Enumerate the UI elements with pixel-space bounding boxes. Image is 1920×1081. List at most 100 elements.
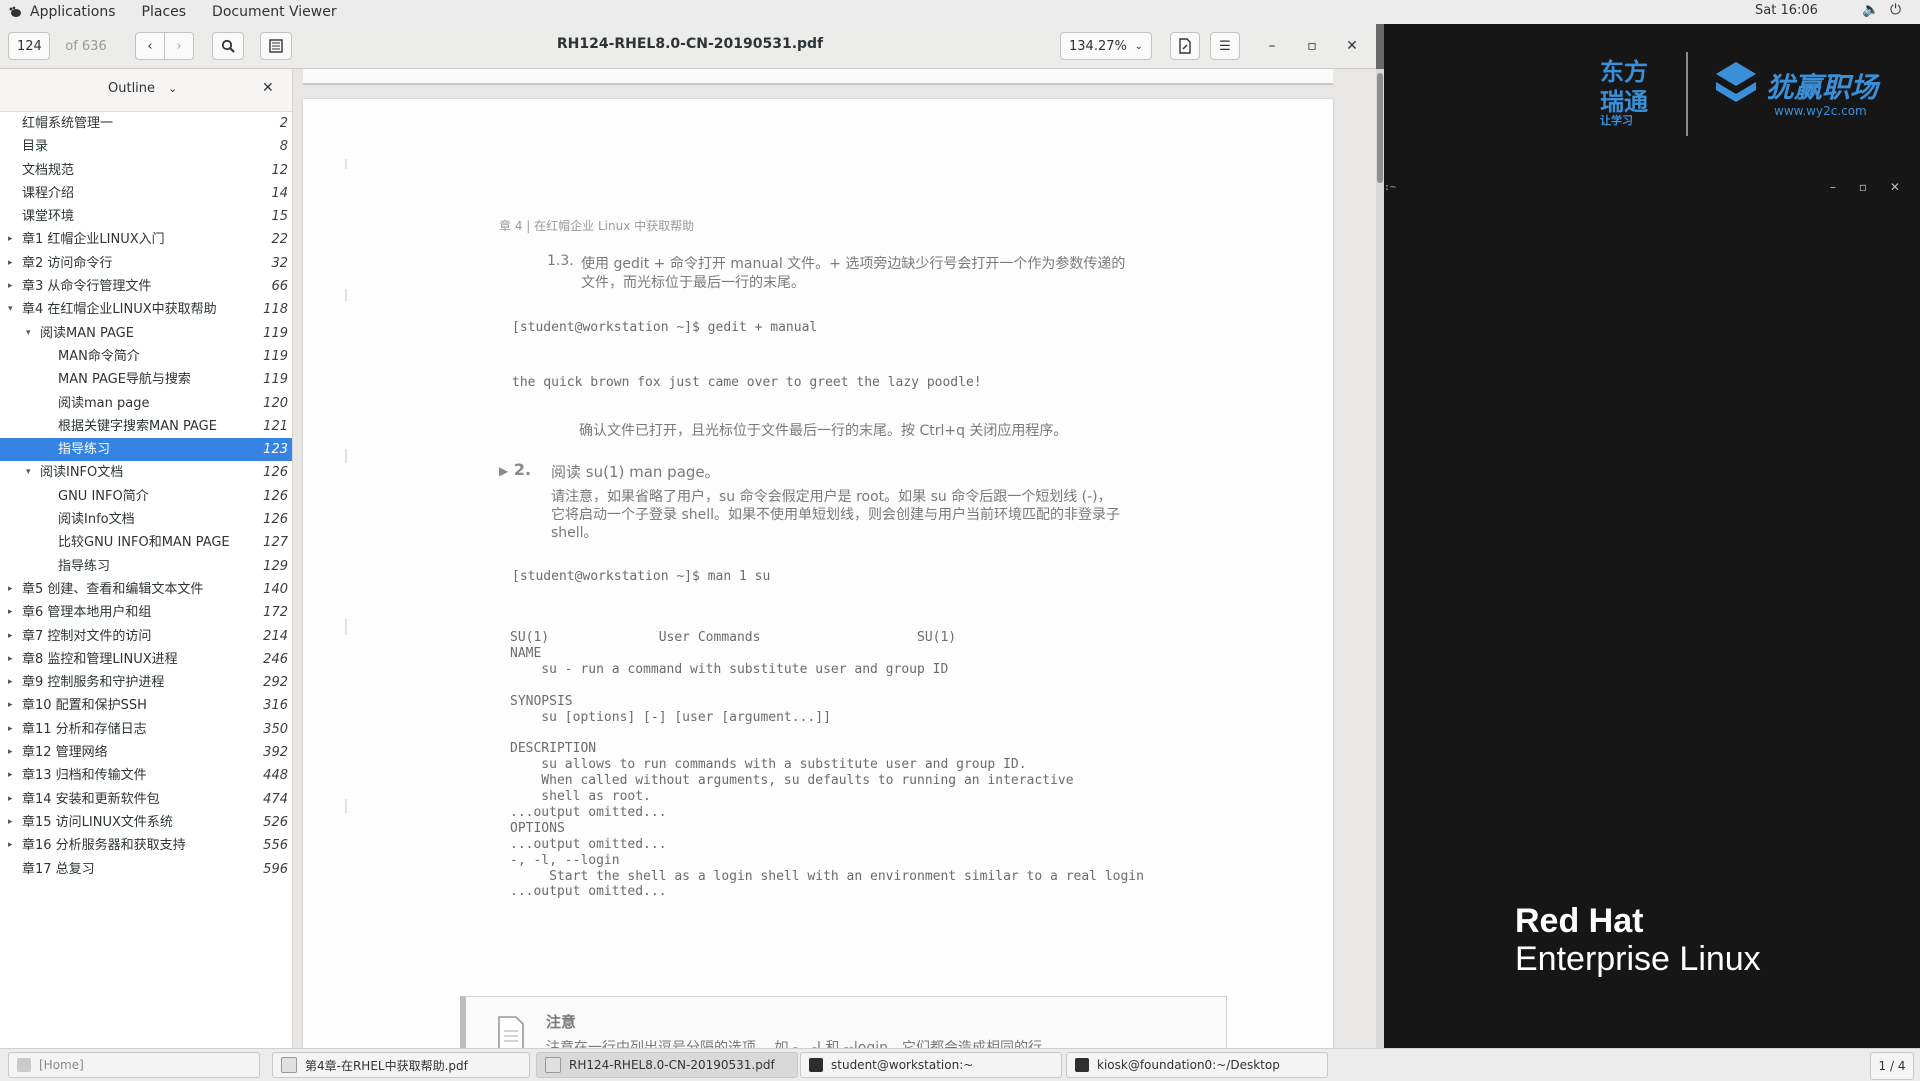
outline-item[interactable]: 根据关键字搜索MAN PAGE 121	[0, 415, 292, 438]
expander-closed-icon[interactable]: ▸	[8, 252, 20, 275]
places-menu[interactable]: Places	[142, 4, 187, 20]
vertical-scrollbar[interactable]	[1376, 69, 1384, 1048]
step-1-3-line-2: 文件，而光标位于最后一行的末尾。	[581, 275, 805, 291]
expander-closed-icon[interactable]: ▸	[8, 834, 20, 857]
outline-item-page: 596	[263, 861, 288, 877]
expander-closed-icon[interactable]: ▸	[8, 648, 20, 671]
outline-item[interactable]: ▸ 章12 管理网络 392	[0, 741, 292, 764]
chevron-down-icon: ⌄	[1134, 40, 1143, 52]
terminal-close-icon[interactable]: ✕	[1890, 180, 1900, 194]
fox-text: the quick brown fox just came over to gr…	[512, 375, 982, 390]
next-page-button[interactable]: ›	[164, 32, 194, 60]
outline-item[interactable]: 阅读Info文档 126	[0, 508, 292, 531]
task-terminal-kiosk[interactable]: kiosk@foundation0:~/Desktop	[1066, 1052, 1328, 1078]
outline-item[interactable]: ▸ 章11 分析和存储日志 350	[0, 718, 292, 741]
outline-item-page: 121	[263, 418, 288, 434]
expander-open-icon[interactable]: ▾	[8, 298, 20, 321]
scrollbar-thumb[interactable]	[1377, 73, 1383, 183]
close-sidebar-icon[interactable]: ✕	[262, 80, 274, 96]
applications-menu[interactable]: Applications	[8, 4, 116, 20]
expander-closed-icon[interactable]: ▸	[8, 718, 20, 741]
expander-closed-icon[interactable]: ▸	[8, 671, 20, 694]
outline-item[interactable]: ▾ 阅读MAN PAGE 119	[0, 322, 292, 345]
outline-item[interactable]: ▾ 章4 在红帽企业LINUX中获取帮助 118	[0, 298, 292, 321]
outline-item[interactable]: ▾ 阅读INFO文档 126	[0, 461, 292, 484]
step-1-3-number: 1.3.	[547, 253, 574, 269]
terminal-maximize-icon[interactable]: ▫	[1859, 180, 1867, 194]
outline-item[interactable]: ▸ 章13 归档和传输文件 448	[0, 764, 292, 787]
expander-closed-icon[interactable]: ▸	[8, 694, 20, 717]
outline-item[interactable]: 指导练习 123	[0, 438, 292, 462]
outline-item[interactable]: ▸ 章7 控制对文件的访问 214	[0, 625, 292, 648]
task-terminal-student[interactable]: student@workstation:~	[800, 1052, 1062, 1078]
logo-divider	[1686, 52, 1688, 136]
outline-item[interactable]: 指导练习 129	[0, 555, 292, 578]
outline-item[interactable]: 课堂环境 15	[0, 205, 292, 228]
task-home[interactable]: [Home]	[8, 1052, 260, 1078]
outline-item[interactable]: 课程介绍 14	[0, 182, 292, 205]
document-view[interactable]: 章 4 | 在红帽企业 Linux 中获取帮助 1.3. 使用 gedit + …	[293, 69, 1384, 1078]
outline-item[interactable]: 阅读man page 120	[0, 392, 292, 415]
outline-item[interactable]: ▸ 章5 创建、查看和编辑文本文件 140	[0, 578, 292, 601]
expander-open-icon[interactable]: ▾	[26, 461, 38, 484]
app-menu[interactable]: Document Viewer	[212, 4, 337, 20]
chevron-down-icon[interactable]: ⌄	[168, 82, 177, 95]
outline-item[interactable]: ▸ 章9 控制服务和守护进程 292	[0, 671, 292, 694]
expander-closed-icon[interactable]: ▸	[8, 625, 20, 648]
outline-item[interactable]: 红帽系统管理一 2	[0, 112, 292, 135]
outline-item[interactable]: 文档规范 12	[0, 159, 292, 182]
expander-closed-icon[interactable]: ▸	[8, 228, 20, 251]
zoom-selector[interactable]: 134.27% ⌄	[1060, 32, 1152, 60]
outline-item[interactable]: ▸ 章1 红帽企业LINUX入门 22	[0, 228, 292, 251]
outline-item[interactable]: ▸ 章14 安装和更新软件包 474	[0, 788, 292, 811]
outline-item[interactable]: ▸ 章10 配置和保护SSH 316	[0, 694, 292, 717]
outline-item-title: 根据关键字搜索MAN PAGE	[58, 418, 217, 434]
expander-closed-icon[interactable]: ▸	[8, 741, 20, 764]
sidebar-toggle-button[interactable]	[260, 32, 292, 60]
workspace-indicator[interactable]: 1 / 4	[1870, 1052, 1914, 1080]
search-button[interactable]	[212, 32, 244, 60]
outline-item[interactable]: ▸ 章16 分析服务器和获取支持 556	[0, 834, 292, 857]
volume-icon[interactable]: 🔈	[1862, 2, 1879, 18]
outline-item[interactable]: 比较GNU INFO和MAN PAGE... 127	[0, 531, 292, 554]
outline-item-title: 章4 在红帽企业LINUX中获取帮助	[22, 302, 217, 318]
outline-item[interactable]: 章17 总复习 596	[0, 858, 292, 881]
man-output-line: NAME	[510, 645, 542, 661]
expander-closed-icon[interactable]: ▸	[8, 764, 20, 787]
outline-item[interactable]: GNU INFO简介 126	[0, 485, 292, 508]
outline-item[interactable]: MAN PAGE导航与搜索 119	[0, 368, 292, 391]
expander-closed-icon[interactable]: ▸	[8, 788, 20, 811]
expander-closed-icon[interactable]: ▸	[8, 811, 20, 834]
power-icon[interactable]: ⏻	[1890, 2, 1901, 18]
expander-closed-icon[interactable]: ▸	[8, 601, 20, 624]
outline-item[interactable]: ▸ 章15 访问LINUX文件系统 526	[0, 811, 292, 834]
outline-item[interactable]: ▸ 章6 管理本地用户和组 172	[0, 601, 292, 624]
man-output-line: SU(1) User Commands SU(1)	[510, 630, 957, 645]
command-gedit: [student@workstation ~]$ gedit + manual	[512, 320, 818, 335]
outline-item[interactable]: MAN命令简介 119	[0, 345, 292, 368]
outline-item[interactable]: 目录 8	[0, 135, 292, 158]
expander-closed-icon[interactable]: ▸	[8, 578, 20, 601]
previous-page-button[interactable]: ‹	[135, 32, 165, 60]
close-button[interactable]: ✕	[1340, 34, 1364, 58]
outline-item[interactable]: ▸ 章2 访问命令行 32	[0, 252, 292, 275]
outline-item-title: 章15 访问LINUX文件系统	[22, 814, 173, 830]
expander-open-icon[interactable]: ▾	[26, 322, 38, 345]
terminal-minimize-icon[interactable]: –	[1830, 180, 1836, 194]
maximize-button[interactable]: ▫	[1300, 34, 1324, 58]
task-pdf-rh124[interactable]: RH124-RHEL8.0-CN-20190531.pdf	[536, 1052, 798, 1078]
outline-mode-selector[interactable]: Outline	[108, 81, 155, 96]
clock[interactable]: Sat 16:06	[1755, 3, 1818, 18]
watermark-logo: 东方 瑞通 让学习 犹赢职场 www.wy2c.com	[1590, 52, 1900, 142]
expander-closed-icon[interactable]: ▸	[8, 275, 20, 298]
annotations-button[interactable]	[1170, 32, 1200, 60]
terminal-icon	[809, 1058, 823, 1072]
outline-item[interactable]: ▸ 章8 监控和管理LINUX进程 246	[0, 648, 292, 671]
hamburger-menu-button[interactable]: ☰	[1210, 32, 1240, 60]
outline-item-page: 127	[263, 535, 288, 551]
page-number-input[interactable]: 124	[8, 32, 50, 60]
search-icon	[221, 39, 235, 53]
task-pdf-chapter4[interactable]: 第4章-在RHEL中获取帮助.pdf	[272, 1052, 530, 1078]
outline-item[interactable]: ▸ 章3 从命令行管理文件 66	[0, 275, 292, 298]
minimize-button[interactable]: –	[1260, 34, 1284, 58]
